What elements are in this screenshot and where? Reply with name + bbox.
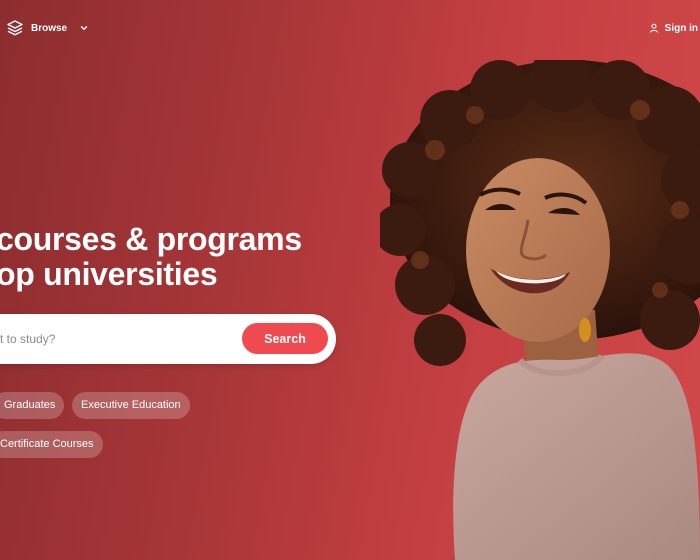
browse-menu-button[interactable]: Browse bbox=[31, 20, 89, 36]
chip-graduates[interactable]: Graduates bbox=[0, 392, 64, 419]
hero-student-photo bbox=[380, 60, 700, 560]
search-input[interactable] bbox=[0, 326, 190, 352]
sign-in-label: Sign in bbox=[664, 22, 698, 34]
headline-line-2: op universities bbox=[0, 256, 218, 292]
chip-executive-education[interactable]: Executive Education bbox=[72, 392, 190, 419]
hero-section: Browse Sign in courses & programs op uni… bbox=[0, 0, 700, 560]
search-button[interactable]: Search bbox=[242, 323, 328, 354]
browse-label: Browse bbox=[31, 22, 68, 34]
hero-headline: courses & programs op universities bbox=[0, 222, 302, 292]
search-bar: Search bbox=[0, 314, 336, 364]
user-icon bbox=[649, 23, 658, 33]
chip-certificate-courses[interactable]: Certificate Courses bbox=[0, 431, 103, 458]
headline-line-1: courses & programs bbox=[0, 221, 302, 257]
sign-in-button[interactable]: Sign in bbox=[649, 20, 698, 36]
chevron-down-icon bbox=[80, 26, 88, 30]
stack-layers-icon[interactable] bbox=[6, 19, 24, 37]
